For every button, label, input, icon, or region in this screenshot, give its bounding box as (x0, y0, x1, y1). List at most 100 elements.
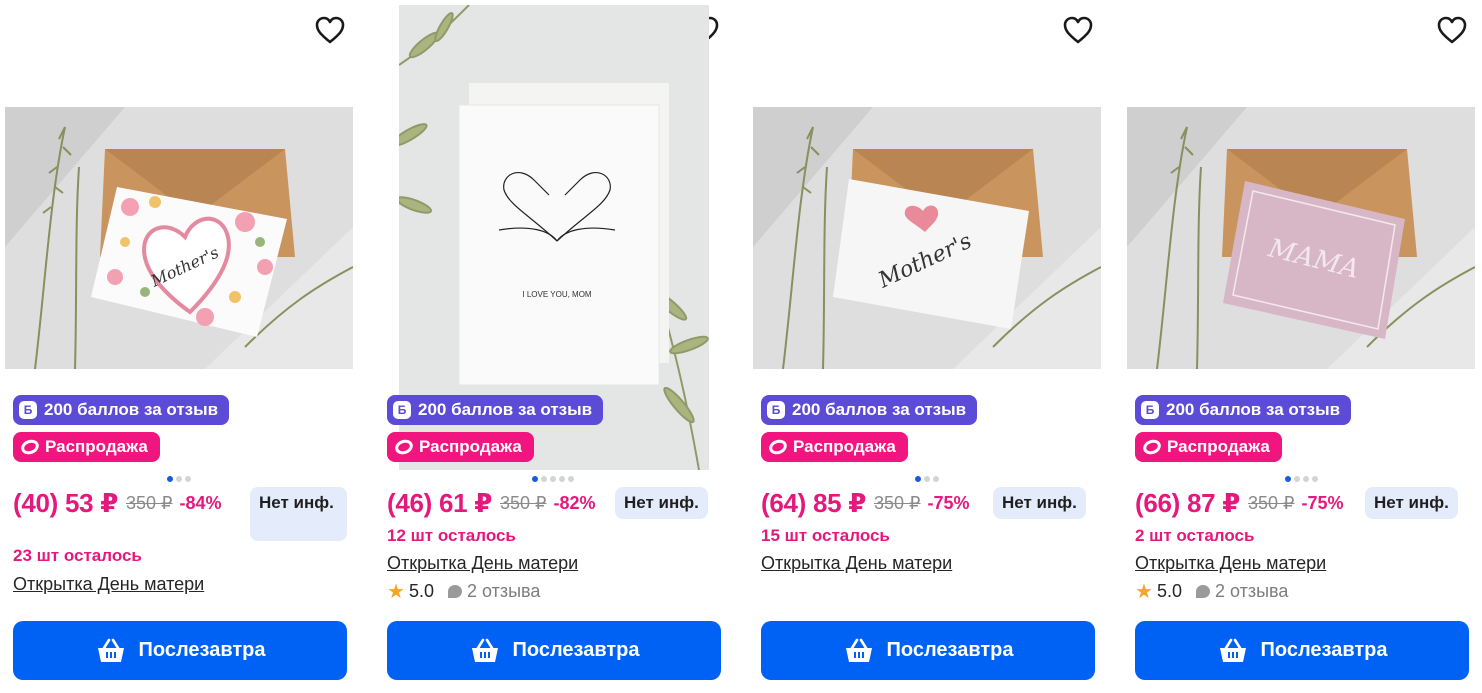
favorite-button[interactable] (1434, 12, 1470, 48)
discount: -75% (1301, 493, 1344, 513)
rating-value: 5.0 (408, 581, 434, 601)
info-badge: Нет инф. (993, 487, 1086, 519)
stock-left: 12 шт осталось (387, 526, 516, 545)
discount: -75% (927, 493, 970, 513)
points-badge: Б 200 баллов за отзыв (761, 395, 978, 425)
buy-button[interactable]: Послезавтра (387, 621, 721, 680)
sale-badge: Распродажа (1135, 432, 1282, 462)
gallery-dot[interactable] (1303, 476, 1309, 482)
sale-badge-label: Распродажа (45, 437, 148, 456)
gallery-dot[interactable] (167, 476, 173, 482)
comment-icon (447, 585, 462, 598)
gallery-dot[interactable] (532, 476, 538, 482)
sale-badge-label: Распродажа (1167, 437, 1270, 456)
price-row: (64) 85 ₽ 350 ₽ -75% (761, 488, 970, 519)
product-title[interactable]: Открытка День матери (387, 553, 578, 574)
buy-button-label: Послезавтра (1260, 639, 1388, 661)
gallery-dot[interactable] (559, 476, 565, 482)
buy-button[interactable]: Послезавтра (13, 621, 347, 680)
current-price: (40) 53 ₽ (13, 488, 118, 518)
gallery-dot[interactable] (185, 476, 191, 482)
heart-icon (1063, 16, 1093, 44)
star-icon: ★ (1135, 581, 1153, 603)
product-title[interactable]: Открытка День матери (13, 574, 204, 595)
comment-icon (1195, 585, 1210, 598)
buy-button-label: Послезавтра (138, 639, 266, 661)
stock-left: 23 шт осталось (13, 546, 142, 565)
current-price: (66) 87 ₽ (1135, 488, 1240, 518)
basket-icon (471, 638, 498, 662)
product-card[interactable]: I LOVE YOU, MOM Б 200 баллов за отзыв Ра… (379, 0, 729, 693)
favorite-button[interactable] (1060, 12, 1096, 48)
sale-ring-icon (19, 437, 41, 457)
gallery-dot[interactable] (1312, 476, 1318, 482)
price-row: (40) 53 ₽ 350 ₽ -84% (13, 488, 222, 519)
points-b-icon: Б (393, 401, 411, 419)
points-badge-label: 200 баллов за отзыв (44, 400, 219, 419)
old-price: 350 ₽ (874, 493, 921, 513)
card-text: I LOVE YOU, MOM (522, 290, 592, 299)
discount: -82% (553, 493, 596, 513)
info-badge: Нет инф. (250, 487, 347, 541)
old-price: 350 ₽ (500, 493, 547, 513)
sale-badge: Распродажа (387, 432, 534, 462)
discount: -84% (179, 493, 222, 513)
basket-icon (97, 638, 124, 662)
favorite-button[interactable] (312, 12, 348, 48)
product-image[interactable]: Mother's (753, 107, 1101, 369)
reviews-count[interactable]: 2 отзыва (1215, 581, 1288, 602)
points-b-icon: Б (767, 401, 785, 419)
product-title[interactable]: Открытка День матери (1135, 553, 1326, 574)
points-badge-label: 200 баллов за отзыв (792, 400, 967, 419)
old-price: 350 ₽ (1248, 493, 1295, 513)
rating-row: ★ 5.0 2 отзыва (1135, 579, 1288, 604)
rating-row: ★ 5.0 2 отзыва (387, 579, 540, 604)
points-badge-label: 200 баллов за отзыв (418, 400, 593, 419)
points-badge: Б 200 баллов за отзыв (387, 395, 604, 425)
buy-button-label: Послезавтра (512, 639, 640, 661)
product-image[interactable]: МАМА (1127, 107, 1475, 369)
heart-icon (1437, 16, 1467, 44)
info-badge: Нет инф. (1365, 487, 1458, 519)
stock-left: 15 шт осталось (761, 526, 890, 545)
gallery-dots (1285, 476, 1318, 482)
star-icon: ★ (387, 581, 405, 603)
basket-icon (1219, 638, 1246, 662)
product-card[interactable]: Mother's Б 200 баллов за отзыв Распродаж… (5, 0, 355, 693)
sale-badge: Распродажа (761, 432, 908, 462)
product-card[interactable]: МАМА Б 200 баллов за отзыв Распродажа (6… (1127, 0, 1477, 693)
buy-button[interactable]: Послезавтра (1135, 621, 1469, 680)
gallery-dots (167, 476, 191, 482)
product-card[interactable]: Mother's Б 200 баллов за отзыв Распродаж… (753, 0, 1103, 693)
info-badge: Нет инф. (615, 487, 708, 519)
rating-value: 5.0 (1156, 581, 1182, 601)
gallery-dot[interactable] (541, 476, 547, 482)
points-b-icon: Б (19, 401, 37, 419)
gallery-dot[interactable] (176, 476, 182, 482)
gallery-dots (915, 476, 939, 482)
gallery-dot[interactable] (1285, 476, 1291, 482)
gallery-dot[interactable] (933, 476, 939, 482)
sale-badge-label: Распродажа (793, 437, 896, 456)
gallery-dot[interactable] (568, 476, 574, 482)
gallery-dot[interactable] (1294, 476, 1300, 482)
sale-ring-icon (1141, 437, 1163, 457)
old-price: 350 ₽ (126, 493, 173, 513)
stock-left: 2 шт осталось (1135, 526, 1255, 545)
price-row: (46) 61 ₽ 350 ₽ -82% (387, 488, 596, 519)
sale-ring-icon (767, 437, 789, 457)
sale-badge: Распродажа (13, 432, 160, 462)
points-badge: Б 200 баллов за отзыв (13, 395, 230, 425)
product-image[interactable]: Mother's (5, 107, 353, 369)
buy-button-label: Послезавтра (886, 639, 1014, 661)
current-price: (46) 61 ₽ (387, 488, 492, 518)
points-badge-label: 200 баллов за отзыв (1166, 400, 1341, 419)
reviews-count[interactable]: 2 отзыва (467, 581, 540, 602)
gallery-dot[interactable] (924, 476, 930, 482)
gallery-dot[interactable] (550, 476, 556, 482)
buy-button[interactable]: Послезавтра (761, 621, 1095, 680)
gallery-dot[interactable] (915, 476, 921, 482)
sale-ring-icon (393, 437, 415, 457)
sale-badge-label: Распродажа (419, 437, 522, 456)
product-title[interactable]: Открытка День матери (761, 553, 952, 574)
